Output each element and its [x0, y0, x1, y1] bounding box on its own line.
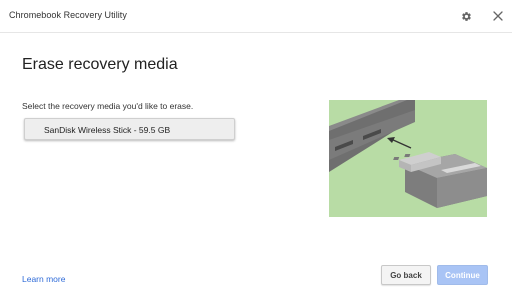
close-button[interactable] — [490, 8, 506, 24]
settings-button[interactable] — [458, 8, 474, 24]
gear-icon — [461, 11, 471, 21]
usb-insert-graphic — [329, 100, 487, 208]
continue-button[interactable]: Continue — [437, 265, 488, 285]
page-title: Erase recovery media — [22, 56, 178, 73]
window-title: Chromebook Recovery Utility — [9, 10, 127, 20]
go-back-button[interactable]: Go back — [381, 265, 431, 285]
media-option-label: SanDisk Wireless Stick - 59.5 GB — [44, 125, 171, 135]
usb-insert-illustration — [329, 100, 487, 217]
recovery-utility-window: Chromebook Recovery Utility Erase recove… — [0, 0, 512, 300]
instruction-text: Select the recovery media you'd like to … — [22, 101, 194, 111]
close-icon — [493, 11, 503, 21]
media-option-sandisk[interactable]: SanDisk Wireless Stick - 59.5 GB — [24, 118, 235, 140]
title-bar: Chromebook Recovery Utility — [0, 0, 512, 33]
learn-more-link[interactable]: Learn more — [22, 274, 65, 284]
